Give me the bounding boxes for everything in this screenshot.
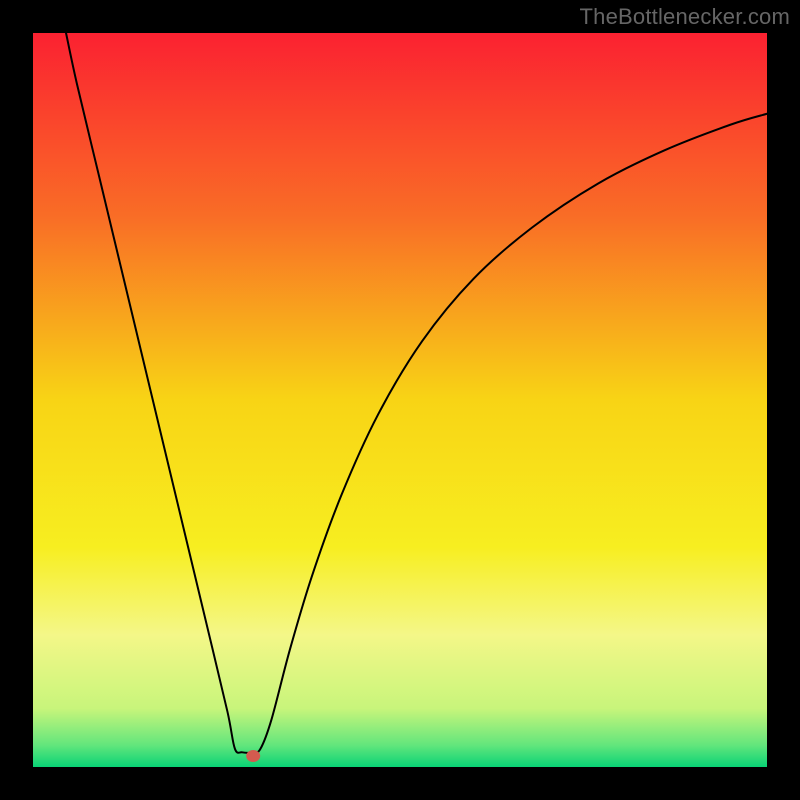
optimal-point-marker	[246, 750, 260, 762]
attribution-label: TheBottlenecker.com	[580, 4, 790, 30]
plot-background	[33, 33, 767, 767]
bottleneck-chart	[0, 0, 800, 800]
chart-frame: TheBottlenecker.com	[0, 0, 800, 800]
